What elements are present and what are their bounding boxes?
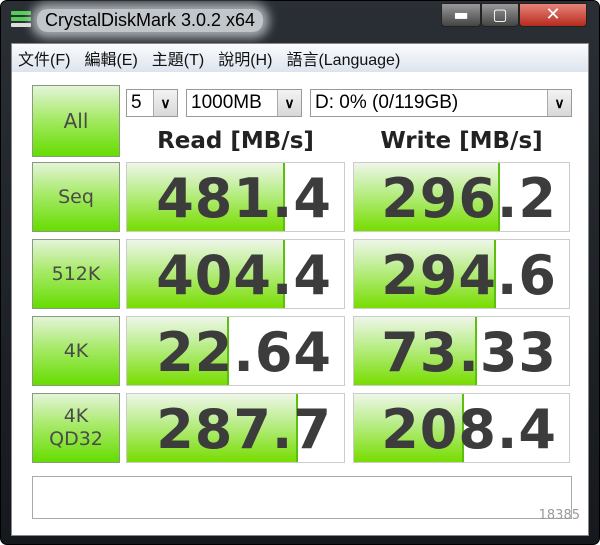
write-result-cell: 294.6 [353,239,570,309]
write-result-cell: 73.33 [353,316,570,386]
size-select[interactable]: 1000MB ∨ [186,89,302,117]
test-button-512k[interactable]: 512K [32,239,120,309]
chevron-down-icon[interactable]: ∨ [153,90,177,116]
write-value: 294.6 [381,244,557,307]
read-result-cell: 481.4 [126,162,345,232]
read-header: Read [MB/s] [157,128,314,154]
read-value: 481.4 [156,167,332,230]
menu-help[interactable]: 說明(H) [218,46,272,70]
all-button[interactable]: All [32,85,120,157]
app-icon [11,11,31,31]
drive-select[interactable]: D: 0% (0/119GB) ∨ [310,89,572,117]
count-select[interactable]: 5 ∨ [126,89,178,117]
comment-field[interactable] [32,476,572,519]
test-button-4k[interactable]: 4K [32,316,120,386]
write-result-cell: 208.4 [353,393,570,463]
read-value: 22.64 [156,321,332,384]
write-header: Write [MB/s] [380,128,543,154]
write-result-cell: 296.2 [353,162,570,232]
read-result-cell: 404.4 [126,239,345,309]
maximize-button[interactable]: ▢ [481,3,519,27]
write-value: 73.33 [381,321,557,384]
chevron-down-icon[interactable]: ∨ [547,90,571,116]
read-result-cell: 22.64 [126,316,345,386]
menu-file[interactable]: 文件(F) [18,46,70,70]
count-value: 5 [131,92,142,113]
close-button[interactable]: ✕ [519,3,587,27]
read-result-cell: 287.7 [126,393,345,463]
menu-bar: 文件(F) 編輯(E) 主題(T) 說明(H) 語言(Language) [12,44,588,72]
read-value: 287.7 [156,398,332,461]
test-button-4k-qd32[interactable]: 4K QD32 [32,393,120,463]
menu-theme[interactable]: 主題(T) [152,46,204,70]
test-button-seq[interactable]: Seq [32,162,120,232]
title-bar[interactable]: CrystalDiskMark 3.0.2 x64 ▬ ▢ ✕ [1,1,599,41]
menu-language[interactable]: 語言(Language) [286,46,400,70]
window-title: CrystalDiskMark 3.0.2 x64 [37,9,264,32]
read-value: 404.4 [156,244,332,307]
watermark: 18385 [538,508,580,523]
client-area: 文件(F) 編輯(E) 主題(T) 說明(H) 語言(Language) All… [11,43,589,536]
chevron-down-icon[interactable]: ∨ [277,90,301,116]
write-value: 296.2 [381,167,557,230]
menu-edit[interactable]: 編輯(E) [84,46,137,70]
app-window: CrystalDiskMark 3.0.2 x64 ▬ ▢ ✕ 文件(F) 編輯… [0,0,600,545]
write-value: 208.4 [381,398,557,461]
drive-value: D: 0% (0/119GB) [315,92,459,113]
minimize-button[interactable]: ▬ [441,3,481,27]
size-value: 1000MB [191,92,262,113]
